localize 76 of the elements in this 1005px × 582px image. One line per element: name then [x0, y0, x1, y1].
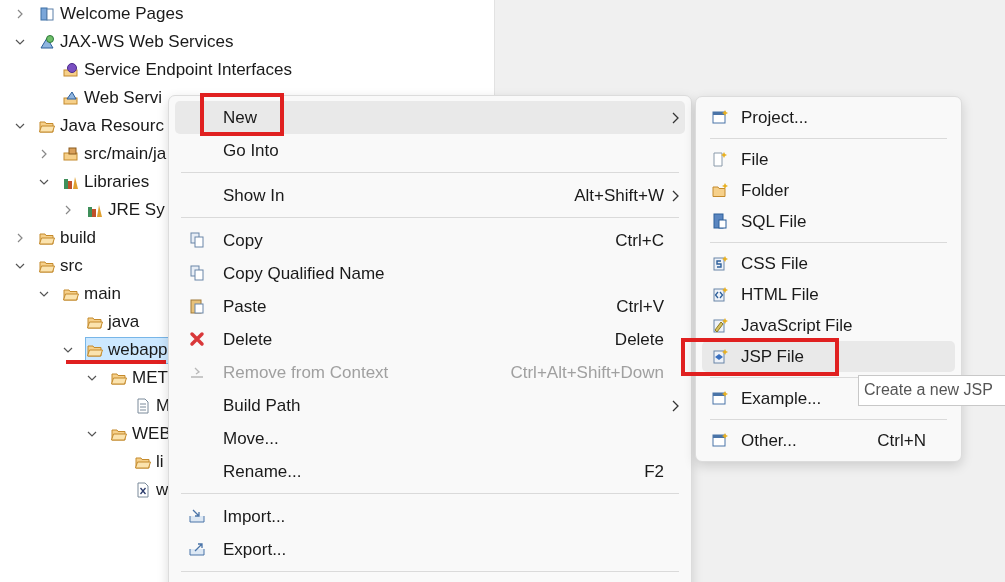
shortcut-label: F2 [644, 461, 664, 482]
menu-item[interactable]: Go Into [175, 134, 685, 167]
menu-item[interactable]: CSS File [702, 248, 955, 279]
tree-item[interactable]: main [61, 280, 124, 308]
tree-item[interactable]: Welcome Pages [37, 0, 187, 28]
tree-item[interactable]: src/main/ja [61, 140, 170, 168]
folder-icon [111, 426, 127, 442]
database-file-icon [712, 213, 728, 229]
menu-item[interactable]: Folder [702, 175, 955, 206]
folder-icon [39, 230, 55, 246]
script-file-icon [712, 317, 728, 333]
tree-item[interactable]: JRE Sy [85, 196, 168, 224]
menu-item[interactable]: JavaScript File [702, 310, 955, 341]
menu-item[interactable]: Build Path [175, 389, 685, 422]
new-file-icon [712, 151, 728, 167]
package-icon [63, 146, 79, 162]
delete-icon [189, 331, 205, 347]
new-folder-icon [712, 182, 728, 198]
tooltip: Create a new JSP [858, 375, 1005, 406]
service-icon [63, 90, 79, 106]
menu-item[interactable]: Other... Ctrl+N [702, 425, 955, 456]
tree-item[interactable]: JAX-WS Web Services [37, 28, 237, 56]
window-icon [712, 432, 728, 448]
export-icon [189, 541, 205, 557]
clipboard-icon [189, 298, 205, 314]
shortcut-label: Ctrl+Alt+Shift+Down [510, 362, 664, 383]
menu-item[interactable]: Rename... F2 [175, 455, 685, 488]
folder-icon [87, 314, 103, 330]
menu-item[interactable]: Paste Ctrl+V [175, 290, 685, 323]
tree-item[interactable]: Service Endpoint Interfaces [61, 56, 295, 84]
shortcut-label: Delete [614, 329, 664, 350]
menu-item[interactable]: Copy Qualified Name [175, 257, 685, 290]
interface-icon [63, 62, 79, 78]
tree-item[interactable]: MET [109, 364, 171, 392]
menu-item[interactable]: New [175, 101, 685, 134]
folder-icon [111, 370, 127, 386]
menu-item[interactable]: Delete Delete [175, 323, 685, 356]
folder-icon [39, 118, 55, 134]
folder-icon [63, 286, 79, 302]
tree-item[interactable]: Java Resourc [37, 112, 167, 140]
menu-item[interactable]: Copy Ctrl+C [175, 224, 685, 257]
tree-item[interactable]: w [133, 476, 172, 504]
tree-item[interactable]: li [133, 448, 167, 476]
menu-item[interactable]: Project... [702, 102, 955, 133]
jsp-file-icon [712, 348, 728, 364]
copy-icon [189, 232, 205, 248]
folder-icon [87, 342, 103, 358]
menu-item[interactable]: Import... [175, 500, 685, 533]
html-file-icon [712, 286, 728, 302]
tree-item[interactable]: src [37, 252, 86, 280]
globe-icon [39, 34, 55, 50]
menu-item[interactable]: HTML File [702, 279, 955, 310]
tree-item[interactable]: Web Servi [61, 84, 166, 112]
xml-file-icon [135, 482, 151, 498]
book-icon [39, 6, 55, 22]
menu-item[interactable]: Move... [175, 422, 685, 455]
menu-item[interactable]: File [702, 144, 955, 175]
menu-item[interactable]: SQL File [702, 206, 955, 237]
tree-item[interactable]: java [85, 308, 143, 336]
copy-icon [189, 265, 205, 281]
import-icon [189, 508, 205, 524]
tree-item[interactable]: build [37, 224, 99, 252]
shortcut-label: Ctrl+N [877, 430, 926, 451]
menu-item[interactable]: Export... [175, 533, 685, 566]
folder-icon [39, 258, 55, 274]
window-icon [712, 109, 728, 125]
shortcut-label: Alt+Shift+W [574, 185, 664, 206]
file-icon [135, 398, 151, 414]
window-icon [712, 390, 728, 406]
shortcut-label: Ctrl+V [616, 296, 664, 317]
menu-item[interactable]: Show In Alt+Shift+W [175, 179, 685, 212]
folder-icon [135, 454, 151, 470]
css-file-icon [712, 255, 728, 271]
shortcut-label: Ctrl+C [615, 230, 664, 251]
menu-item[interactable]: JSP File [702, 341, 955, 372]
tree-item[interactable]: Libraries [61, 168, 153, 196]
